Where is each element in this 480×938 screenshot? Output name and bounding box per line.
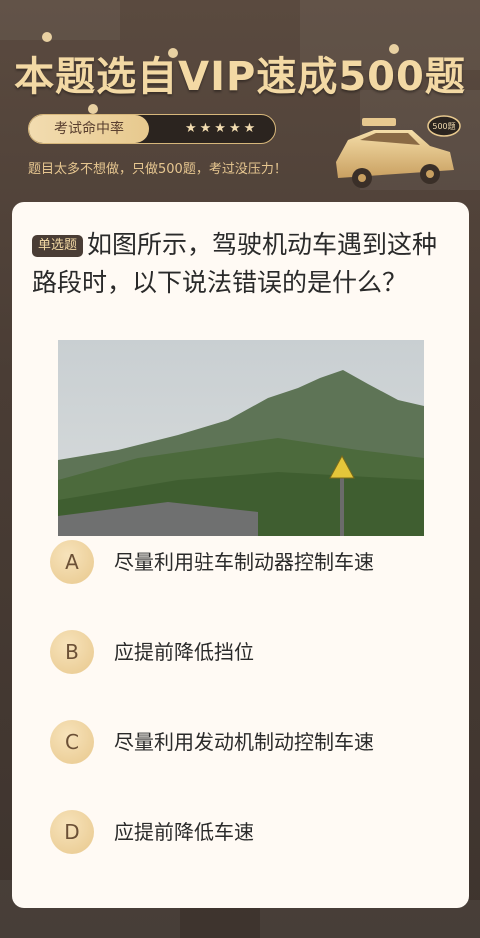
- option-b[interactable]: B 应提前降低挡位: [50, 630, 450, 690]
- question-type-badge: 单选题: [32, 235, 84, 257]
- option-letter: C: [50, 720, 94, 764]
- hit-rate-label: 考试命中率: [29, 115, 149, 143]
- option-text: 应提前降低挡位: [114, 640, 254, 664]
- option-letter: B: [50, 630, 94, 674]
- road-scene-image: [58, 340, 424, 536]
- option-text: 尽量利用驻车制动器控制车速: [114, 550, 374, 574]
- question-card: 单选题 如图所示，驾驶机动车遇到这种路段时，以下说法错误的是什么？ A 尽量利用驻…: [12, 202, 469, 908]
- option-c[interactable]: C 尽量利用发动机制动控制车速: [50, 720, 450, 780]
- question-text-block: 单选题 如图所示，驾驶机动车遇到这种路段时，以下说法错误的是什么？: [32, 226, 452, 302]
- star-rating: ★★★★★: [185, 121, 259, 136]
- promo-title: 本题选自VIP速成500题: [14, 54, 466, 100]
- car-icon: 500题: [336, 115, 461, 188]
- promo-tagline: 题目太多不想做，只做500题，考过没压力！: [28, 162, 287, 177]
- hit-rate-pill: 考试命中率 ★★★★★: [28, 114, 276, 144]
- option-letter: D: [50, 810, 94, 854]
- decor-dot: [42, 32, 52, 42]
- option-letter: A: [50, 540, 94, 584]
- decor-dot: [88, 104, 98, 114]
- option-a[interactable]: A 尽量利用驻车制动器控制车速: [50, 540, 450, 600]
- option-d[interactable]: D 应提前降低车速: [50, 810, 450, 870]
- car-badge-label: 500题: [432, 122, 455, 131]
- option-text: 尽量利用发动机制动控制车速: [114, 730, 374, 754]
- question-text: 如图所示，驾驶机动车遇到这种路段时，以下说法错误的是什么？: [32, 230, 438, 297]
- option-text: 应提前降低车速: [114, 820, 254, 844]
